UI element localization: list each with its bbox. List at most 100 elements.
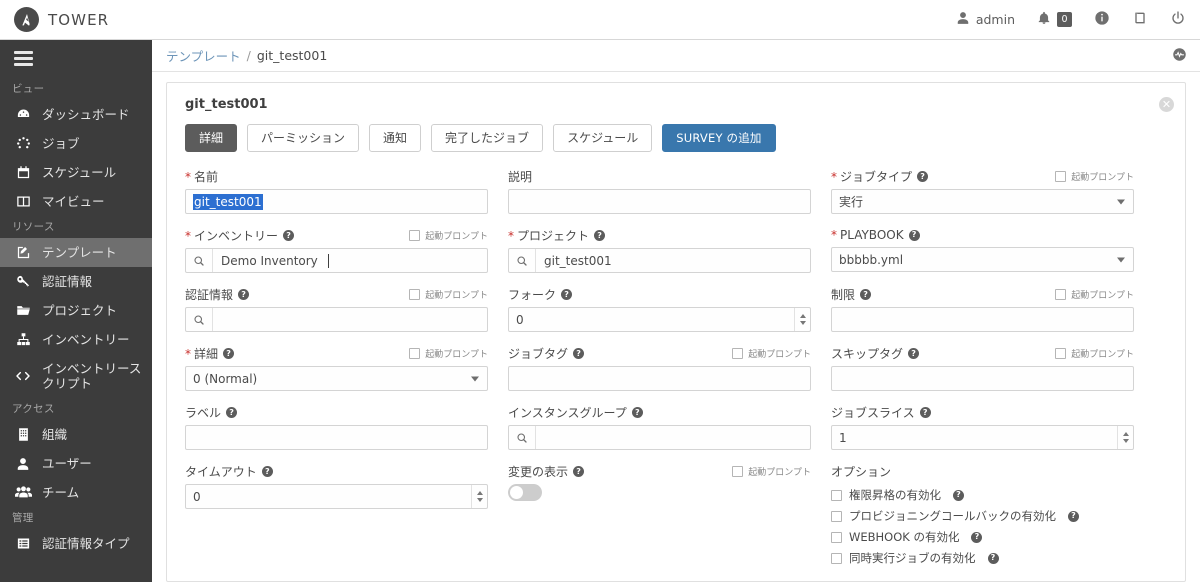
prompt-on-launch-verbosity[interactable]: 起動プロンプト: [409, 347, 488, 360]
stepper-down-icon[interactable]: [799, 321, 806, 325]
user-menu[interactable]: admin: [956, 11, 1015, 28]
checkbox[interactable]: [831, 510, 842, 522]
inventory-input[interactable]: Demo Inventory: [185, 248, 488, 273]
sidebar-item-inventory-scripts[interactable]: インベントリースクリプト: [0, 354, 152, 398]
help-icon[interactable]: ?: [1068, 510, 1079, 522]
stepper-up-icon[interactable]: [799, 314, 806, 318]
checkbox[interactable]: [831, 552, 842, 564]
activity-stream-icon[interactable]: [1172, 47, 1187, 65]
option-enable-concurrent-jobs[interactable]: 同時実行ジョブの有効化 ?: [831, 550, 1134, 566]
stepper-down-icon[interactable]: [1122, 439, 1129, 443]
checkbox[interactable]: [1055, 348, 1067, 359]
checkbox[interactable]: [409, 230, 421, 241]
instance-groups-input[interactable]: [508, 425, 811, 450]
help-icon[interactable]: ?: [223, 348, 235, 359]
limit-input[interactable]: [831, 307, 1134, 332]
prompt-on-launch-inventory[interactable]: 起動プロンプト: [409, 229, 488, 242]
help-icon[interactable]: ?: [573, 348, 585, 359]
help-icon[interactable]: ?: [919, 407, 931, 418]
stepper-down-icon[interactable]: [476, 498, 483, 502]
option-enable-webhook[interactable]: WEBHOOK の有効化 ?: [831, 529, 1134, 545]
tab-details[interactable]: 詳細: [185, 124, 238, 152]
number-stepper[interactable]: [471, 485, 487, 508]
prompt-on-launch-job-tags[interactable]: 起動プロンプト: [732, 347, 811, 360]
help-icon[interactable]: ?: [971, 531, 983, 543]
help-icon[interactable]: ?: [561, 289, 573, 300]
sidebar-item-projects[interactable]: プロジェクト: [0, 296, 152, 325]
timeout-input[interactable]: 0: [185, 484, 488, 509]
playbook-select[interactable]: bbbbb.yml: [831, 247, 1134, 272]
stepper-up-icon[interactable]: [1122, 432, 1129, 436]
info-button[interactable]: [1094, 10, 1110, 29]
field-label: ジョブタグ: [508, 347, 569, 361]
help-icon[interactable]: ?: [860, 289, 872, 300]
name-input[interactable]: git_test001: [185, 189, 488, 214]
job-type-select[interactable]: 実行: [831, 189, 1134, 214]
notifications-button[interactable]: 0: [1037, 10, 1072, 29]
sidebar-item-users[interactable]: ユーザー: [0, 449, 152, 478]
sidebar-item-jobs[interactable]: ジョブ: [0, 129, 152, 158]
prompt-on-launch-limit[interactable]: 起動プロンプト: [1055, 288, 1134, 301]
sidebar-item-teams[interactable]: チーム: [0, 478, 152, 507]
sidebar-item-templates[interactable]: テンプレート: [0, 238, 152, 267]
job-slicing-input[interactable]: 1: [831, 425, 1134, 450]
sidebar-item-organizations[interactable]: 組織: [0, 420, 152, 449]
checkbox[interactable]: [732, 466, 744, 477]
checkbox[interactable]: [732, 348, 744, 359]
show-changes-toggle[interactable]: [508, 484, 542, 501]
stepper-up-icon[interactable]: [476, 491, 483, 495]
description-input[interactable]: [508, 189, 811, 214]
number-stepper[interactable]: [794, 308, 810, 331]
help-icon[interactable]: ?: [573, 466, 585, 477]
help-icon[interactable]: ?: [238, 289, 250, 300]
add-survey-button[interactable]: SURVEY の追加: [662, 124, 776, 152]
skip-tags-input[interactable]: [831, 366, 1134, 391]
help-icon[interactable]: ?: [987, 552, 999, 564]
logout-button[interactable]: [1170, 10, 1186, 29]
sidebar-item-myview[interactable]: マイビュー: [0, 187, 152, 216]
option-enable-privilege-escalation[interactable]: 権限昇格の有効化 ?: [831, 487, 1134, 503]
close-icon[interactable]: ✕: [1159, 97, 1174, 112]
help-icon[interactable]: ?: [917, 171, 929, 182]
search-icon: [186, 249, 213, 272]
prompt-on-launch-skip-tags[interactable]: 起動プロンプト: [1055, 347, 1134, 360]
checkbox[interactable]: [1055, 171, 1067, 182]
help-icon[interactable]: ?: [226, 407, 238, 418]
prompt-on-launch-job-type[interactable]: 起動プロンプト: [1055, 170, 1134, 183]
help-icon[interactable]: ?: [953, 489, 964, 501]
sidebar-item-schedules[interactable]: スケジュール: [0, 158, 152, 187]
docs-button[interactable]: [1132, 10, 1148, 29]
job-tags-input[interactable]: [508, 366, 811, 391]
help-icon[interactable]: ?: [908, 229, 920, 241]
sidebar-item-inventories[interactable]: インベントリー: [0, 325, 152, 354]
prompt-on-launch-credential[interactable]: 起動プロンプト: [409, 288, 488, 301]
help-icon[interactable]: ?: [594, 230, 606, 241]
credential-input[interactable]: [185, 307, 488, 332]
prompt-on-launch-show-changes[interactable]: 起動プロンプト: [732, 465, 811, 478]
hamburger-menu-icon[interactable]: [0, 40, 152, 78]
sidebar-item-dashboard[interactable]: ダッシュボード: [0, 100, 152, 129]
help-icon[interactable]: ?: [631, 407, 643, 418]
tab-schedules[interactable]: スケジュール: [553, 124, 653, 152]
sidebar-item-credential-types[interactable]: 認証情報タイプ: [0, 529, 152, 558]
tab-permissions[interactable]: パーミッション: [247, 124, 360, 152]
help-icon[interactable]: ?: [283, 230, 295, 241]
checkbox[interactable]: [831, 489, 842, 501]
option-enable-provisioning-callback[interactable]: プロビジョニングコールバックの有効化 ?: [831, 508, 1134, 524]
forks-input[interactable]: 0: [508, 307, 811, 332]
verbosity-select[interactable]: 0 (Normal): [185, 366, 488, 391]
breadcrumb-parent[interactable]: テンプレート: [166, 46, 241, 65]
brand[interactable]: TOWER: [14, 7, 109, 32]
tab-notifications[interactable]: 通知: [369, 124, 422, 152]
checkbox[interactable]: [409, 348, 421, 359]
project-input[interactable]: git_test001: [508, 248, 811, 273]
checkbox[interactable]: [831, 531, 842, 543]
checkbox[interactable]: [409, 289, 421, 300]
sidebar-item-credentials[interactable]: 認証情報: [0, 267, 152, 296]
help-icon[interactable]: ?: [261, 466, 273, 477]
checkbox[interactable]: [1055, 289, 1067, 300]
labels-input[interactable]: [185, 425, 488, 450]
help-icon[interactable]: ?: [908, 348, 920, 359]
tab-completed-jobs[interactable]: 完了したジョブ: [431, 124, 544, 152]
number-stepper[interactable]: [1117, 426, 1133, 449]
